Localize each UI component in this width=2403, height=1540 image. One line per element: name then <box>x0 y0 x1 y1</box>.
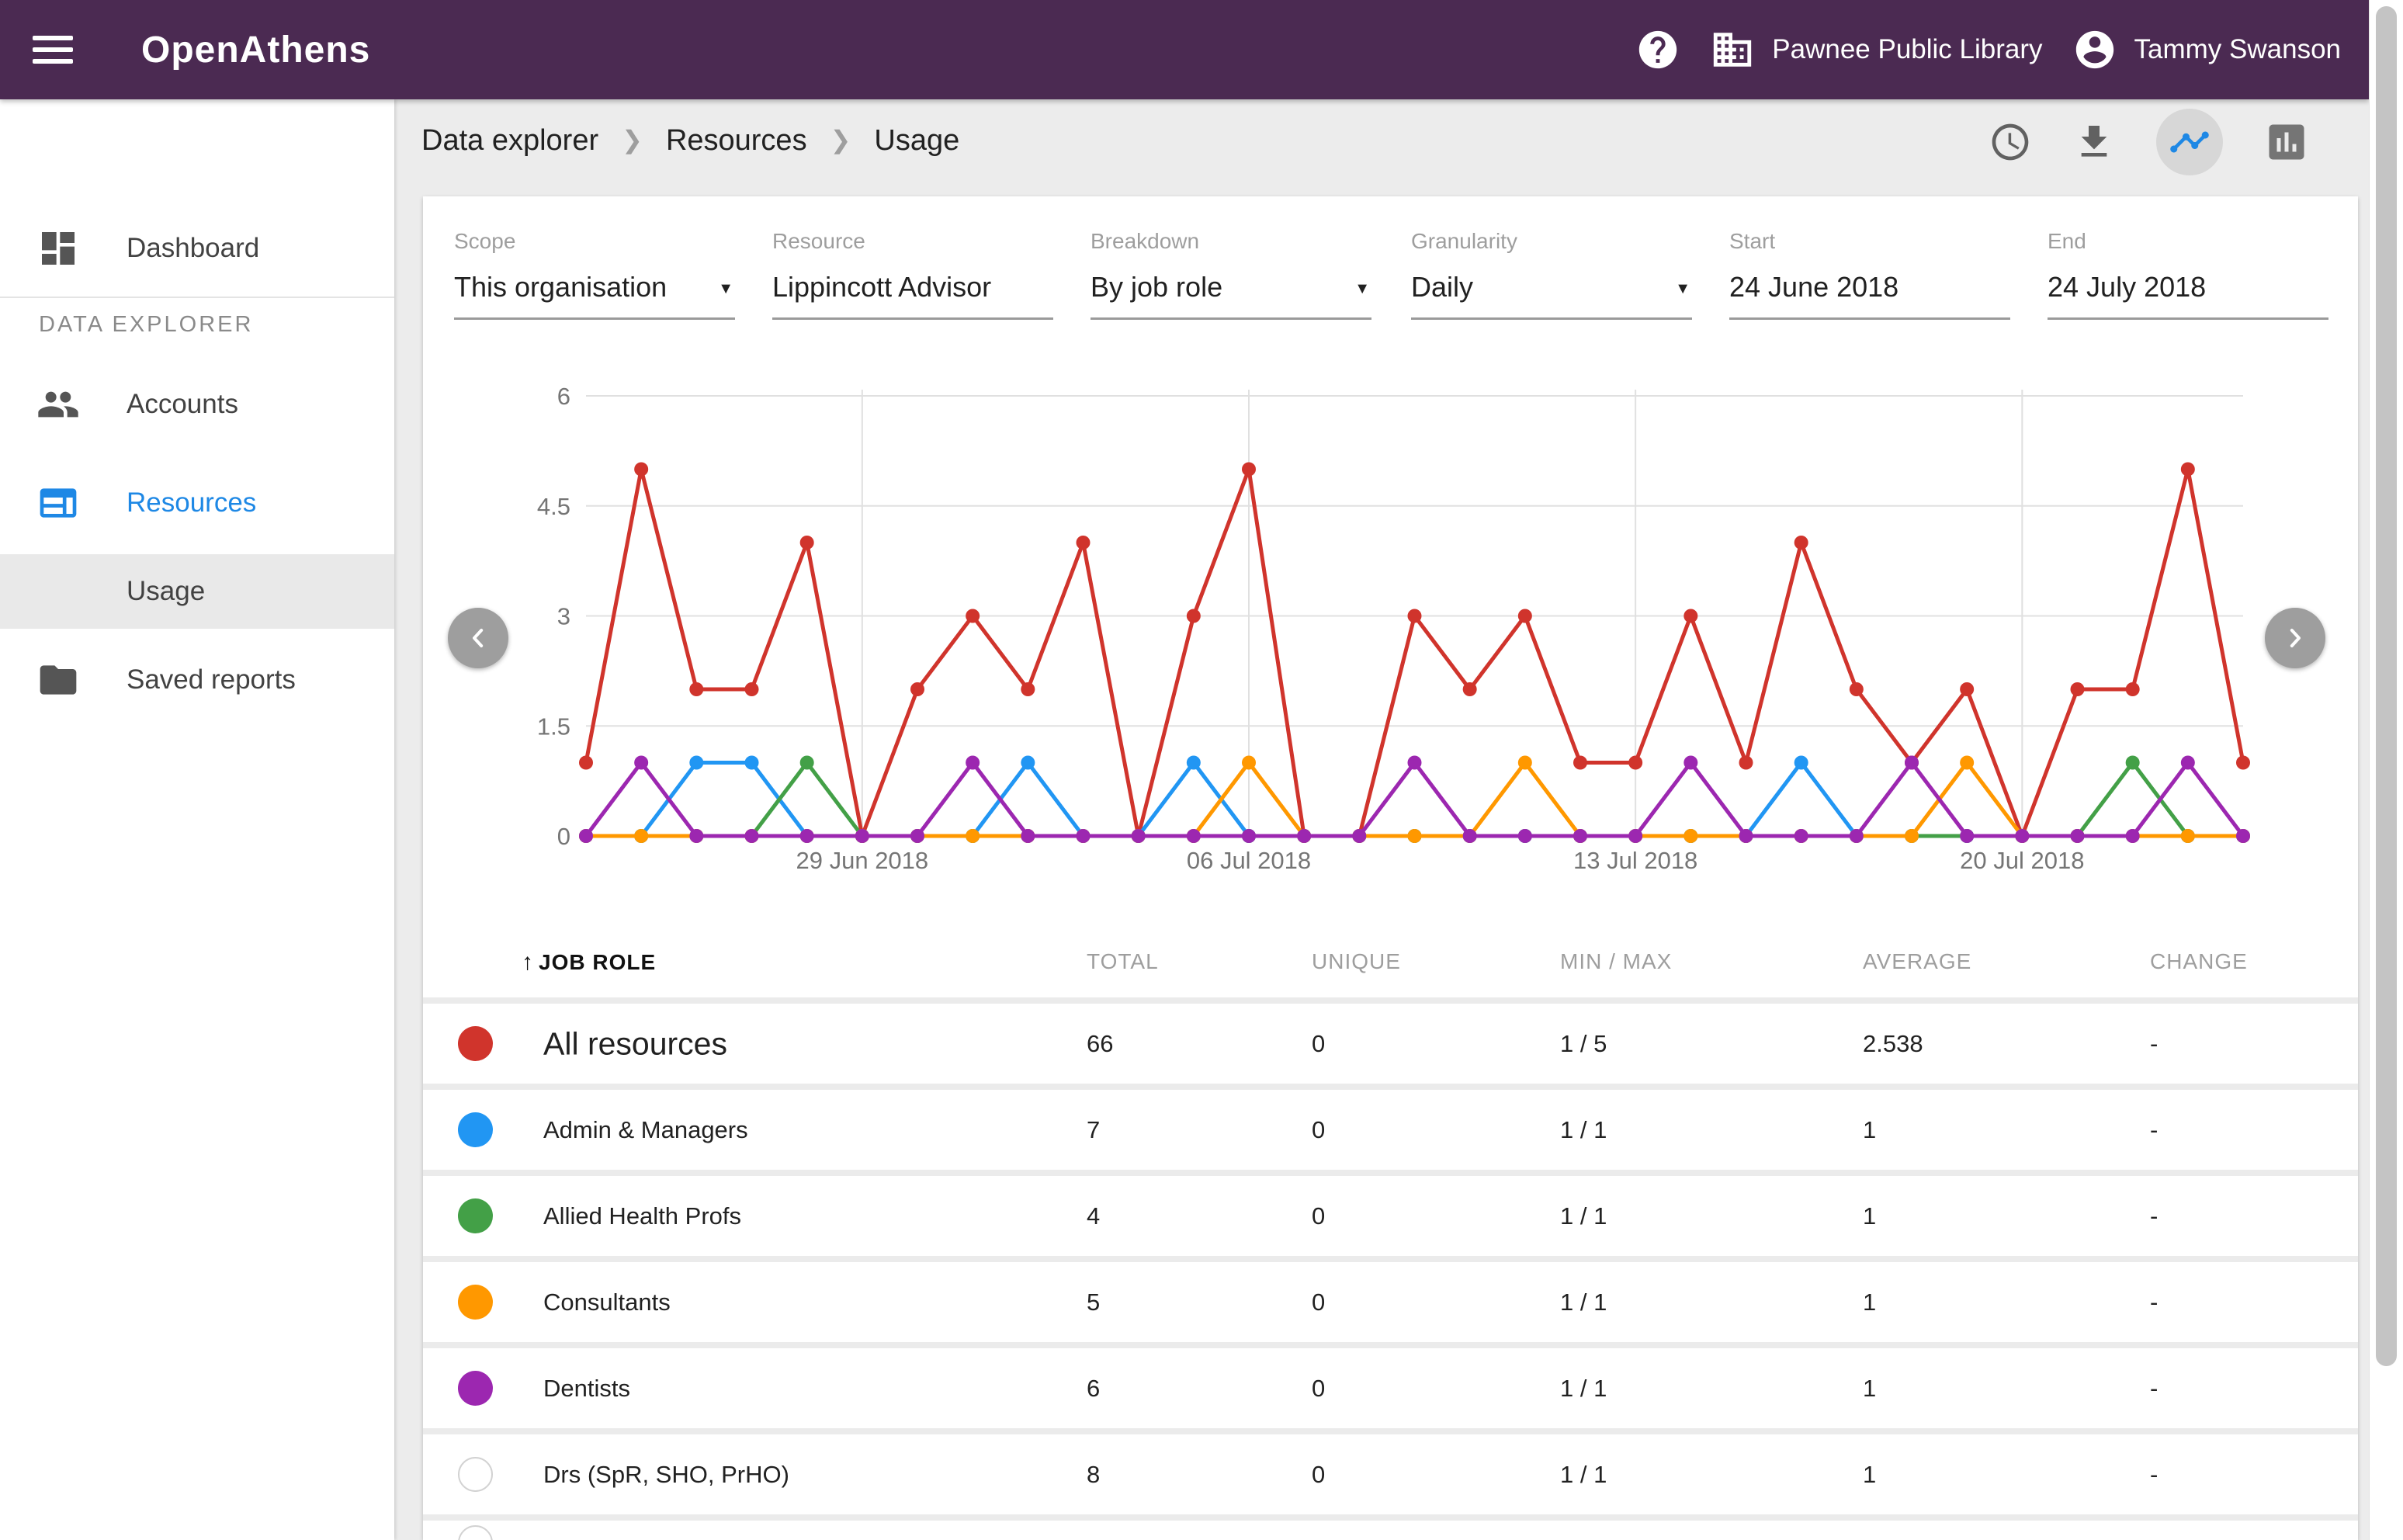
series-color-dot <box>458 1457 493 1492</box>
table-row-consultants[interactable]: Consultants 5 0 1 / 1 1 - <box>423 1262 2358 1342</box>
dropdown-arrow-icon: ▼ <box>1675 280 1690 298</box>
filter-start-date[interactable]: Start 24 June 2018 <box>1729 229 2010 320</box>
help-icon[interactable] <box>1635 27 1680 72</box>
column-header-unique[interactable]: UNIQUE <box>1312 949 1401 974</box>
sidebar-section-label: DATA EXPLORER <box>39 312 253 338</box>
svg-text:20 Jul 2018: 20 Jul 2018 <box>1960 847 2084 874</box>
svg-text:06 Jul 2018: 06 Jul 2018 <box>1187 847 1311 874</box>
svg-text:29 Jun 2018: 29 Jun 2018 <box>796 847 929 874</box>
sidebar: Dashboard DATA EXPLORER Accounts Resourc… <box>0 99 394 1540</box>
line-chart-view-button[interactable] <box>2156 109 2223 175</box>
chevron-right-icon <box>2280 623 2311 654</box>
sort-ascending-icon: ↑ <box>522 949 534 975</box>
series-color-dot <box>458 1198 493 1233</box>
table-row-all-resources[interactable]: All resources 66 0 1 / 5 2.538 - <box>423 1004 2358 1084</box>
series-color-dot <box>458 1371 493 1406</box>
usage-line-chart: 0 1.5 3 4.5 6 29 Jun 2018 06 Jul 2018 13 Jul 20… <box>423 357 2340 900</box>
organisation-name: Pawnee Public Library <box>1772 34 2042 65</box>
sidebar-divider <box>0 297 394 298</box>
svg-text:0: 0 <box>557 823 570 850</box>
sidebar-item-resources[interactable]: Resources <box>0 466 394 540</box>
download-icon[interactable] <box>2072 120 2116 164</box>
filter-scope-value: This organisation <box>454 271 667 303</box>
scrollbar-thumb[interactable] <box>2376 6 2397 1366</box>
page-scrollbar[interactable] <box>2369 0 2403 1540</box>
breadcrumb: Data explorer ❯ Resources ❯ Usage <box>421 124 959 158</box>
series-color-dot <box>458 1285 493 1320</box>
column-header-average[interactable]: AVERAGE <box>1863 949 1971 974</box>
table-row-partial[interactable] <box>423 1521 2358 1540</box>
menu-icon[interactable] <box>33 29 73 71</box>
table-row-allied-health-profs[interactable]: Allied Health Profs 4 0 1 / 1 1 - <box>423 1176 2358 1256</box>
filter-end-date-value: 24 July 2018 <box>2048 271 2206 303</box>
sidebar-item-saved-reports[interactable]: Saved reports <box>0 643 394 717</box>
dashboard-icon <box>36 227 80 270</box>
column-header-min-max[interactable]: MIN / MAX <box>1560 949 1672 974</box>
filter-end-date[interactable]: End 24 July 2018 <box>2048 229 2328 320</box>
series-color-dot <box>458 1525 493 1540</box>
line-chart-icon <box>2169 121 2211 163</box>
user-name: Tammy Swanson <box>2134 34 2341 65</box>
svg-text:1.5: 1.5 <box>537 713 570 740</box>
svg-text:6: 6 <box>557 383 570 410</box>
filter-resource[interactable]: Resource Lippincott Advisor <box>772 229 1053 320</box>
sidebar-item-accounts[interactable]: Accounts <box>0 367 394 442</box>
column-header-total[interactable]: TOTAL <box>1087 949 1159 974</box>
series-color-dot <box>458 1112 493 1147</box>
user-avatar-icon <box>2072 27 2117 72</box>
table-row-drs[interactable]: Drs (SpR, SHO, PrHO) 8 0 1 / 1 1 - <box>423 1434 2358 1514</box>
usage-table: ↑JOB ROLE TOTAL UNIQUE MIN / MAX AVERAGE… <box>423 928 2358 1540</box>
svg-text:4.5: 4.5 <box>537 493 570 520</box>
series-color-dot <box>458 1026 493 1061</box>
organisation-icon <box>1710 27 1755 72</box>
table-body: All resources 66 0 1 / 5 2.538 - Admin &… <box>423 997 2358 1540</box>
filter-granularity-value: Daily <box>1411 271 1473 303</box>
dropdown-arrow-icon: ▼ <box>718 280 733 298</box>
people-icon <box>36 383 80 426</box>
sidebar-item-dashboard[interactable]: Dashboard <box>0 211 394 286</box>
filter-granularity[interactable]: Granularity Daily ▼ <box>1411 229 1692 320</box>
table-row-dentists[interactable]: Dentists 6 0 1 / 1 1 - <box>423 1348 2358 1428</box>
folder-icon <box>36 658 80 702</box>
filter-scope[interactable]: Scope This organisation ▼ <box>454 229 735 320</box>
usage-report-card: Scope This organisation ▼ Resource Lippi… <box>423 196 2358 1540</box>
history-clock-icon[interactable] <box>1989 120 2032 164</box>
app-logo: OpenAthens <box>141 29 370 71</box>
bar-chart-view-button[interactable] <box>2263 119 2310 165</box>
chevron-right-icon: ❯ <box>830 125 851 154</box>
column-header-change[interactable]: CHANGE <box>2150 949 2248 974</box>
column-header-job-role[interactable]: ↑JOB ROLE <box>522 949 656 976</box>
app-header: OpenAthens Pawnee Public Library Tammy S… <box>0 0 2369 99</box>
filter-start-date-value: 24 June 2018 <box>1729 271 1898 303</box>
table-header: ↑JOB ROLE TOTAL UNIQUE MIN / MAX AVERAGE… <box>423 928 2358 997</box>
filter-resource-value: Lippincott Advisor <box>772 271 991 303</box>
breadcrumb-resources[interactable]: Resources <box>666 124 807 158</box>
dropdown-arrow-icon: ▼ <box>1354 280 1370 298</box>
table-row-admin-managers[interactable]: Admin & Managers 7 0 1 / 1 1 - <box>423 1090 2358 1170</box>
chevron-left-icon <box>463 623 494 654</box>
filter-breakdown[interactable]: Breakdown By job role ▼ <box>1091 229 1371 320</box>
svg-text:13 Jul 2018: 13 Jul 2018 <box>1573 847 1697 874</box>
chevron-right-icon: ❯ <box>622 125 643 154</box>
resources-icon <box>36 481 80 525</box>
breadcrumb-usage[interactable]: Usage <box>874 124 959 158</box>
chart-next-button[interactable] <box>2265 608 2325 668</box>
sidebar-item-usage[interactable]: Usage <box>0 554 394 629</box>
chart-prev-button[interactable] <box>448 608 508 668</box>
filter-breakdown-value: By job role <box>1091 271 1222 303</box>
svg-text:3: 3 <box>557 603 570 630</box>
user-menu[interactable]: Tammy Swanson <box>2072 27 2341 72</box>
breadcrumb-data-explorer[interactable]: Data explorer <box>421 124 598 158</box>
report-toolbar <box>1989 109 2310 175</box>
organisation-menu[interactable]: Pawnee Public Library <box>1710 27 2042 72</box>
